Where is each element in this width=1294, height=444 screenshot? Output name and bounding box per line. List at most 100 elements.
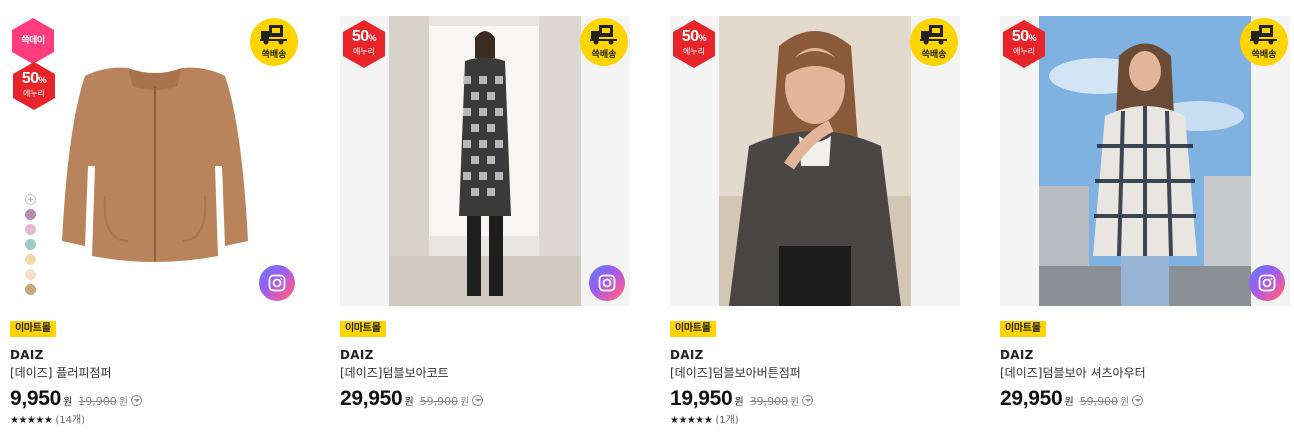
shipping-label: 쓱배송 (921, 50, 947, 60)
currency-unit: 원 (1064, 397, 1074, 408)
camera-icon-button[interactable] (259, 265, 295, 301)
color-swatches (25, 194, 37, 299)
original-price: 59,900 (1079, 395, 1119, 408)
product-brand[interactable]: DAIZ (10, 347, 300, 363)
product-info: 이마트몰 DAIZ [데이즈]덤블보아버튼점퍼 19,950 원 39,900 … (670, 316, 960, 428)
product-info: 이마트몰 DAIZ [데이즈] 플러피점퍼 9,950 원 19,900 원 ★… (10, 316, 300, 428)
color-swatch[interactable] (25, 209, 36, 220)
shipping-badge: 쓱배송 (910, 18, 958, 66)
product-card[interactable]: 50% 에누리 쓱배송 이마트몰 DAIZ [데이즈]덤블보아버튼점퍼 19,9… (670, 16, 960, 436)
color-swatch[interactable] (25, 254, 36, 265)
color-swatch[interactable] (25, 224, 36, 235)
discount-percent: 50 (21, 70, 39, 87)
camera-icon-button[interactable] (589, 265, 625, 301)
price-info-icon[interactable] (802, 395, 814, 406)
truck-icon (1250, 25, 1277, 45)
product-card[interactable]: 50% 에누리 쓱배송 이마트몰 DAIZ [데이즈]덤 (340, 16, 630, 436)
product-brand[interactable]: DAIZ (1000, 347, 1290, 363)
shipping-badge: 쓱배송 (1240, 18, 1288, 66)
discount-badge: 50% 에누리 (342, 20, 386, 68)
product-photo (719, 16, 911, 306)
price-info-icon[interactable] (472, 395, 484, 406)
currency-unit: 원 (404, 397, 414, 408)
ssg-day-badge: 쓱데이 (10, 18, 56, 64)
product-image-link[interactable]: 50% 에누리 쓱배송 (1000, 16, 1290, 306)
mall-tag: 이마트몰 (340, 321, 386, 337)
discount-badge: 50% 에누리 (672, 20, 716, 68)
star-rating-icon: ★★★★★ (670, 415, 713, 426)
discount-percent: 50 (681, 28, 699, 45)
color-swatch[interactable] (25, 269, 36, 280)
mall-tag: 이마트몰 (670, 321, 716, 337)
currency-unit: 원 (118, 397, 128, 408)
original-price: 59,900 (419, 395, 459, 408)
shipping-badge: 쓱배송 (250, 18, 298, 66)
discount-unit: % (368, 33, 377, 43)
shipping-label: 쓱배송 (591, 50, 617, 60)
product-photo (1039, 16, 1251, 306)
product-image-link[interactable]: 50% 에누리 쓱배송 (670, 16, 960, 306)
sale-price: 29,950 (1000, 387, 1063, 410)
ssg-day-label: 쓱데이 (21, 36, 45, 46)
original-price: 19,900 (78, 395, 117, 408)
price-row: 29,950 원 59,900 원 (1000, 387, 1290, 411)
discount-percent: 50 (1011, 28, 1029, 45)
mall-tag: 이마트몰 (10, 321, 56, 337)
camera-icon (598, 274, 616, 292)
currency-unit: 원 (734, 397, 744, 408)
product-name[interactable]: [데이즈] 플러피점퍼 (10, 364, 300, 382)
camera-icon-button[interactable] (1249, 265, 1285, 301)
discount-label: 에누리 (1012, 47, 1036, 56)
product-info: 이마트몰 DAIZ [데이즈]덤블보아코트 29,950 원 59,900 원 (340, 316, 630, 411)
product-card[interactable]: 쓱데이 50% 에누리 쓱배송 이마트몰 DAIZ [데이즈] 플러피점퍼 9,… (10, 16, 300, 436)
discount-unit: % (1028, 33, 1037, 43)
currency-unit: 원 (790, 397, 800, 408)
review-count[interactable]: (1개) (715, 415, 738, 426)
discount-badge: 50% 에누리 (1002, 20, 1046, 68)
mall-tag: 이마트몰 (1000, 321, 1046, 337)
discount-percent: 50 (351, 28, 369, 45)
color-swatch[interactable] (25, 284, 36, 295)
rating: ★★★★★ (14개) (10, 414, 300, 428)
truck-icon (260, 25, 287, 45)
shipping-label: 쓱배송 (1251, 50, 1277, 60)
star-rating-icon: ★★★★★ (10, 415, 53, 426)
discount-unit: % (698, 33, 707, 43)
discount-label: 에누리 (352, 47, 376, 56)
sale-price: 9,950 (10, 387, 62, 410)
review-count[interactable]: (14개) (55, 415, 85, 426)
price-row: 9,950 원 19,900 원 (10, 387, 300, 411)
product-card[interactable]: 50% 에누리 쓱배송 이마트몰 DAIZ [데이즈]덤 (1000, 16, 1290, 436)
color-swatch[interactable] (25, 239, 36, 250)
sale-price: 19,950 (670, 387, 733, 410)
product-info: 이마트몰 DAIZ [데이즈]덤블보아 셔츠아우터 29,950 원 59,90… (1000, 316, 1290, 411)
discount-label: 에누리 (682, 47, 706, 56)
product-name[interactable]: [데이즈]덤블보아버튼점퍼 (670, 364, 960, 382)
currency-unit: 원 (1120, 397, 1130, 408)
product-image-link[interactable]: 쓱데이 50% 에누리 쓱배송 (10, 16, 300, 306)
discount-badge: 50% 에누리 (12, 62, 56, 110)
shipping-badge: 쓱배송 (580, 18, 628, 66)
price-row: 19,950 원 39,900 원 (670, 387, 960, 411)
currency-unit: 원 (63, 397, 73, 408)
rating: ★★★★★ (1개) (670, 414, 960, 428)
truck-icon (590, 25, 617, 45)
currency-unit: 원 (460, 397, 470, 408)
product-photo (389, 16, 581, 306)
price-info-icon[interactable] (130, 395, 142, 406)
product-brand[interactable]: DAIZ (340, 347, 630, 363)
price-info-icon[interactable] (1132, 395, 1144, 406)
camera-icon (268, 274, 286, 292)
truck-icon (920, 25, 947, 45)
price-row: 29,950 원 59,900 원 (340, 387, 630, 411)
sale-price: 29,950 (340, 387, 403, 410)
product-name[interactable]: [데이즈]덤블보아 셔츠아우터 (1000, 364, 1290, 382)
product-brand[interactable]: DAIZ (670, 347, 960, 363)
more-colors-icon[interactable] (25, 194, 36, 205)
discount-unit: % (38, 75, 47, 85)
shipping-label: 쓱배송 (261, 50, 287, 60)
product-grid: 쓱데이 50% 에누리 쓱배송 이마트몰 DAIZ [데이즈] 플러피점퍼 9,… (0, 0, 1294, 444)
product-name[interactable]: [데이즈]덤블보아코트 (340, 364, 630, 382)
product-image-link[interactable]: 50% 에누리 쓱배송 (340, 16, 630, 306)
original-price: 39,900 (749, 395, 789, 408)
